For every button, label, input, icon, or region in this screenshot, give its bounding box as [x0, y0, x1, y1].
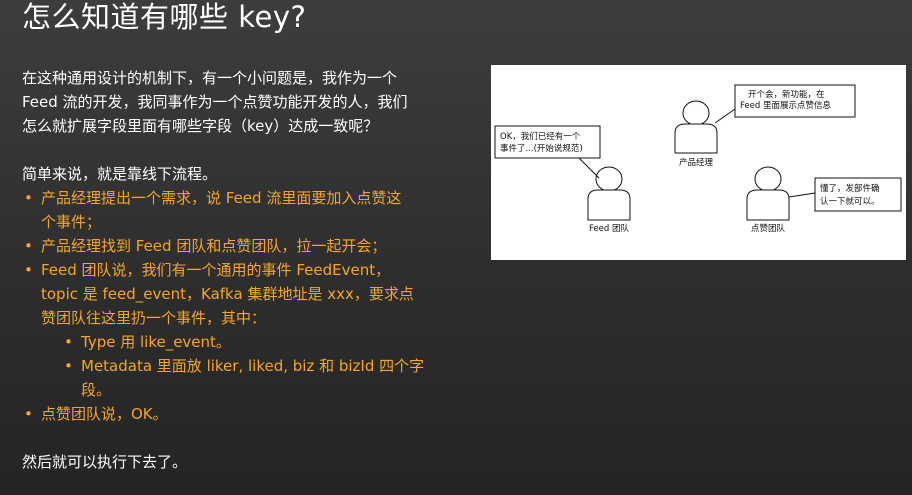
- intro-line-3: 怎么就扩展字段里面有哪些字段（key）达成一致呢？: [22, 117, 379, 135]
- bullet-line: 产品经理提出一个需求，说 Feed 流里面要加入点赞这: [41, 189, 402, 207]
- bullet-item: 点赞团队说，OK。: [22, 402, 462, 426]
- bullet-line: Metadata 里面放 liker, liked, biz 和 bizId 四…: [81, 357, 425, 375]
- bullet-line: topic 是 feed_event，Kafka 集群地址是 xxx，要求点: [41, 285, 414, 303]
- bullet-item: Feed 团队说，我们有一个通用的事件 FeedEvent， topic 是 f…: [22, 258, 462, 330]
- slide-title: 怎么知道有哪些 key?: [22, 0, 307, 34]
- like-note: 懂了，发部件确 认一下就可以。: [788, 177, 902, 212]
- pm-note-line-1: 开个会，新功能，在: [748, 89, 825, 100]
- like-team-label: 点赞团队: [751, 223, 786, 234]
- feed-note-line-2: 事件了...(开始说规范): [500, 143, 583, 154]
- intro-line-1: 在这种通用设计的机制下，有一个小问题是，我作为一个: [22, 69, 398, 87]
- diagram-svg: 产品经理 开个会，新功能，在 Feed 里面展示点赞信息 Feed 团队 OK，…: [494, 84, 902, 234]
- meeting-diagram: 产品经理 开个会，新功能，在 Feed 里面展示点赞信息 Feed 团队 OK，…: [491, 65, 906, 260]
- summary-line: 简单来说，就是靠线下流程。: [22, 165, 218, 183]
- bullet-line: 个事件；: [41, 213, 102, 231]
- body-text: 在这种通用设计的机制下，有一个小问题是，我作为一个 Feed 流的开发，我同事作…: [22, 66, 462, 474]
- feed-team-figure: [587, 166, 631, 221]
- pm-figure: [674, 100, 718, 154]
- sub-bullet-item: Type 用 like_event。: [22, 330, 462, 354]
- intro-line-2: Feed 流的开发，我同事作为一个点赞功能开发的人，我们: [22, 93, 408, 111]
- bullet-line: 产品经理找到 Feed 团队和点赞团队，拉一起开会；: [41, 237, 387, 255]
- bullet-line: 赞团队往这里扔一个事件，其中：: [41, 309, 267, 327]
- feed-note: OK，我们已经有一个 事件了...(开始说规范): [494, 125, 601, 179]
- pm-note-line-2: Feed 里面展示点赞信息: [740, 100, 831, 111]
- feed-team-label: Feed 团队: [589, 223, 629, 234]
- closing-line: 然后就可以执行下去了。: [22, 453, 188, 471]
- bullet-line: 点赞团队说，OK。: [41, 405, 168, 423]
- bullet-line: Type 用 like_event。: [81, 333, 231, 351]
- like-note-line-2: 认一下就可以。: [820, 196, 880, 207]
- bullet-item: 产品经理找到 Feed 团队和点赞团队，拉一起开会；: [22, 234, 462, 258]
- bullet-item: 产品经理提出一个需求，说 Feed 流里面要加入点赞这 个事件；: [22, 186, 462, 234]
- pm-label: 产品经理: [679, 157, 714, 168]
- sub-bullet-item: Metadata 里面放 liker, liked, biz 和 bizId 四…: [22, 354, 462, 402]
- like-team-figure: [746, 166, 790, 221]
- pm-note: 开个会，新功能，在 Feed 里面展示点赞信息: [714, 84, 856, 124]
- feed-note-line-1: OK，我们已经有一个: [500, 131, 581, 142]
- bullet-line: 段。: [81, 381, 112, 399]
- like-note-line-1: 懂了，发部件确: [820, 183, 880, 194]
- bullet-line: Feed 团队说，我们有一个通用的事件 FeedEvent，: [41, 261, 391, 279]
